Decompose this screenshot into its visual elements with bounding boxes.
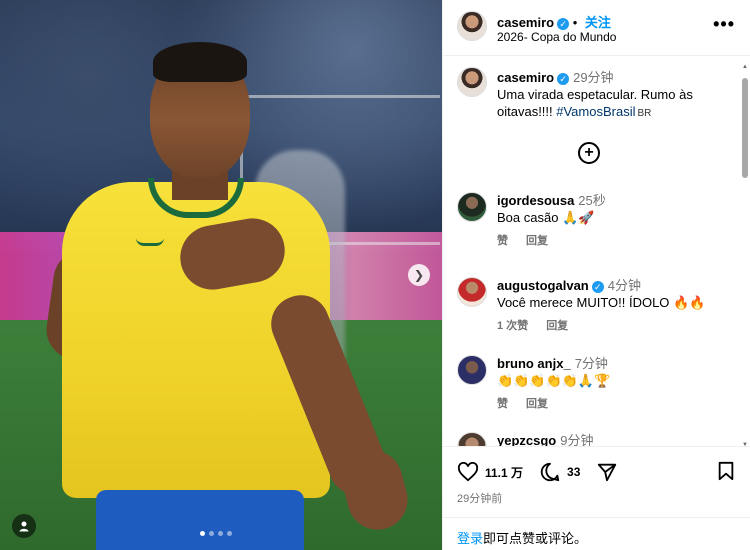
scrollbar[interactable]: ▲ ▼: [742, 64, 748, 448]
comment-username[interactable]: bruno anjx_: [497, 356, 571, 371]
avatar[interactable]: [457, 11, 487, 41]
comments-scroll[interactable]: casemiro ✓ 29分钟 Uma virada espetacular. Ru…: [443, 57, 750, 446]
avatar[interactable]: [457, 192, 487, 222]
comment-item: bruno anjx_ 7分钟 👏👏👏👏👏🙏🏆 赞 回复: [457, 355, 727, 425]
comment-reply-button[interactable]: 回复: [526, 395, 548, 411]
comment-time: 7分钟: [574, 356, 608, 371]
scroll-up-icon[interactable]: ▲: [742, 64, 748, 70]
post-media[interactable]: ❯: [0, 0, 442, 550]
post-header: casemiro ✓ • 关注 2026- Copa do Mundo •••: [443, 0, 750, 56]
comment-like-count[interactable]: 1 次赞: [497, 317, 528, 333]
comment-text: Você merece MUITO!! ÍDOLO 🔥🔥: [497, 295, 706, 310]
comment-username[interactable]: augustogalvan: [497, 278, 589, 293]
login-text: 即可点赞或评论。: [483, 531, 588, 546]
next-slide-button[interactable]: ❯: [408, 264, 430, 286]
chevron-right-icon: ❯: [413, 268, 425, 282]
comments-count[interactable]: 33: [567, 465, 580, 479]
comment-reply-button[interactable]: 回复: [526, 232, 548, 248]
comment-reply-button[interactable]: 回复: [546, 317, 568, 333]
caption-time: 29分钟: [573, 70, 614, 85]
bookmark-icon[interactable]: [717, 461, 735, 481]
carousel-dot: [200, 531, 205, 536]
comment-item: igordesousa 25秒 Boa casão 🙏🚀 赞 回复: [457, 192, 727, 262]
follow-button[interactable]: 关注: [585, 15, 611, 30]
heart-icon[interactable]: [457, 462, 479, 482]
load-more-comments-button[interactable]: +: [578, 142, 600, 164]
login-prompt: 登录即可点赞或评论。: [443, 517, 750, 550]
carousel-dot: [218, 531, 223, 536]
verified-icon: ✓: [557, 18, 570, 30]
posted-time: 29分钟前: [457, 493, 503, 505]
comment-username[interactable]: igordesousa: [497, 193, 574, 208]
carousel-dot: [227, 531, 232, 536]
share-icon[interactable]: [596, 461, 618, 483]
scroll-thumb[interactable]: [742, 78, 748, 178]
carousel-dot: [209, 531, 214, 536]
comment-time: 4分钟: [607, 278, 641, 293]
brand-logo: [136, 238, 164, 246]
carousel-dots: [200, 531, 232, 536]
avatar[interactable]: [457, 355, 487, 385]
flag-icon: BR: [637, 108, 652, 119]
verified-icon: ✓: [557, 73, 570, 85]
author-username[interactable]: casemiro: [497, 15, 554, 30]
comment-text: 👏👏👏👏👏🙏🏆: [497, 373, 611, 388]
player-shorts: [96, 490, 304, 550]
comment-text: Boa casão 🙏🚀: [497, 210, 595, 225]
plus-circle-icon: +: [584, 144, 594, 161]
comment-time: 9分钟: [560, 433, 594, 446]
post-actions: 11.1 万 33 29分钟前 登录即可点赞或评论。: [443, 446, 750, 550]
avatar[interactable]: [457, 67, 487, 97]
verified-icon: ✓: [591, 281, 604, 293]
avatar[interactable]: [457, 432, 487, 446]
caption-username[interactable]: casemiro: [497, 70, 554, 85]
caption-hashtag[interactable]: #VamosBrasil: [556, 104, 635, 119]
post-details-panel: casemiro ✓ • 关注 2026- Copa do Mundo ••• c…: [442, 0, 750, 550]
likes-count[interactable]: 11.1 万: [485, 464, 523, 481]
player-hair: [153, 42, 247, 82]
comment-time: 25秒: [578, 193, 606, 208]
comment-item: yepzcsgo9分钟 Seguimos bro 🦁: [457, 432, 727, 446]
comment-icon[interactable]: [539, 461, 561, 483]
post-location[interactable]: 2026- Copa do Mundo: [497, 30, 616, 44]
comment-username[interactable]: yepzcsgo: [497, 433, 556, 446]
comment-like-button[interactable]: 赞: [497, 395, 508, 411]
more-options-icon[interactable]: •••: [713, 14, 735, 35]
avatar[interactable]: [457, 277, 487, 307]
user-icon: [19, 521, 29, 532]
comment-item: augustogalvan ✓ 4分钟 Você merece MUITO!! ÍD…: [457, 277, 727, 347]
tagged-users-button[interactable]: [12, 514, 36, 538]
comment-like-button[interactable]: 赞: [497, 232, 508, 248]
login-link[interactable]: 登录: [457, 531, 483, 546]
